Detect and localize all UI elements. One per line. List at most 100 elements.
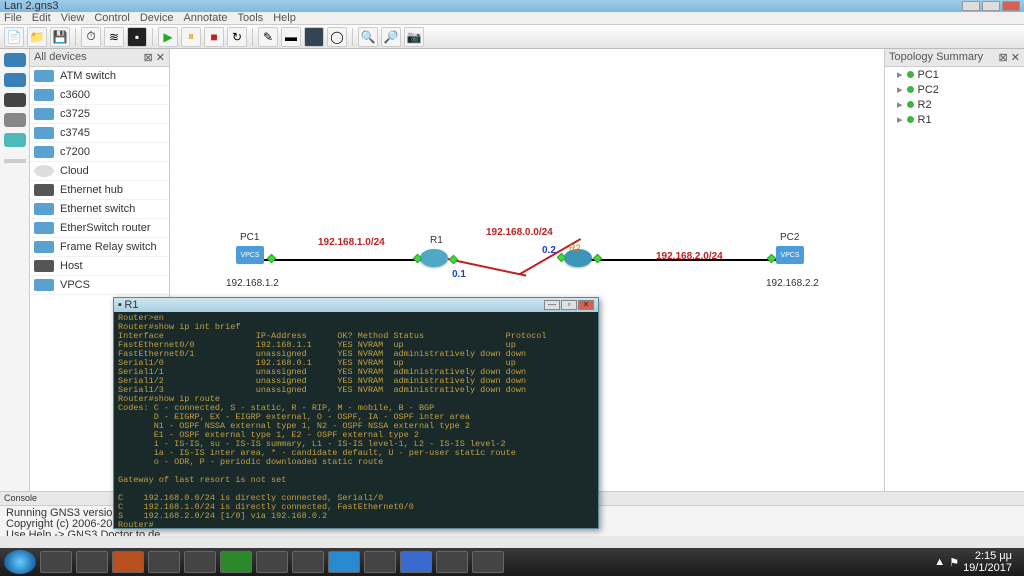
terminal-body[interactable]: Router>en Router#show ip int brief Inter… <box>114 312 598 532</box>
save-project-button[interactable]: 💾 <box>50 27 70 47</box>
panel-close-icon[interactable]: ⊠ ✕ <box>144 51 166 64</box>
screenshot-button[interactable]: 📷 <box>404 27 424 47</box>
menu-annotate[interactable]: Annotate <box>183 12 227 24</box>
device-ethernet-switch[interactable]: Ethernet switch <box>30 200 169 219</box>
link-pc1-r1-label: 192.168.1.0/24 <box>318 237 385 248</box>
terminal-titlebar[interactable]: ▪ R1 — ▫ ✕ <box>114 298 598 312</box>
taskbar-item[interactable] <box>256 551 288 573</box>
menu-view[interactable]: View <box>61 12 85 24</box>
reload-all-button[interactable]: ↻ <box>227 27 247 47</box>
device-c7200[interactable]: c7200 <box>30 143 169 162</box>
devices-panel-header: All devices ⊠ ✕ <box>30 49 169 67</box>
menu-device[interactable]: Device <box>140 12 174 24</box>
taskbar-item[interactable] <box>400 551 432 573</box>
taskbar-item[interactable] <box>40 551 72 573</box>
insert-image-button[interactable]: ▬ <box>281 27 301 47</box>
menu-tools[interactable]: Tools <box>238 12 264 24</box>
device-c3725[interactable]: c3725 <box>30 105 169 124</box>
system-tray[interactable]: ▲ ⚑ 2:15 μμ 19/1/2017 <box>934 550 1020 574</box>
window-titlebar: Lan 2.gns3 <box>0 0 1024 12</box>
add-link-category[interactable] <box>4 159 26 163</box>
r1-serial-label: 0.1 <box>452 269 466 280</box>
device-c3600[interactable]: c3600 <box>30 86 169 105</box>
minimize-button[interactable] <box>962 1 980 11</box>
node-r1[interactable]: R1 <box>420 249 448 267</box>
device-c3745[interactable]: c3745 <box>30 124 169 143</box>
terminal-maximize-button[interactable]: ▫ <box>561 300 577 310</box>
device-atm-switch[interactable]: ATM switch <box>30 67 169 86</box>
device-etherswitch-router[interactable]: EtherSwitch router <box>30 219 169 238</box>
stop-all-button[interactable]: ■ <box>204 27 224 47</box>
device-ethernet-hub[interactable]: Ethernet hub <box>30 181 169 200</box>
draw-ellipse-button[interactable]: ◯ <box>327 27 347 47</box>
topology-item[interactable]: ▸R2 <box>885 97 1024 112</box>
start-all-button[interactable]: ▶ <box>158 27 178 47</box>
add-note-button[interactable]: ✎ <box>258 27 278 47</box>
taskbar-item[interactable] <box>148 551 180 573</box>
toolbar: 📄 📁 💾 ⏱ ≋ ▪ ▶ ⏸ ■ ↻ ✎ ▬ ◯ 🔍 🔎 📷 <box>0 25 1024 49</box>
node-pc1[interactable]: PC1 VPCS 192.168.1.2 <box>236 246 264 264</box>
taskbar-item[interactable] <box>436 551 468 573</box>
security-devices-category[interactable] <box>4 113 26 127</box>
menu-help[interactable]: Help <box>273 12 296 24</box>
draw-rect-button[interactable] <box>304 27 324 47</box>
tray-icon[interactable]: ▲ <box>934 556 945 568</box>
taskbar-item[interactable] <box>472 551 504 573</box>
maximize-button[interactable] <box>982 1 1000 11</box>
open-project-button[interactable]: 📁 <box>27 27 47 47</box>
new-project-button[interactable]: 📄 <box>4 27 24 47</box>
start-button[interactable] <box>4 550 36 574</box>
r1-label: R1 <box>430 235 443 246</box>
topology-item[interactable]: ▸PC1 <box>885 67 1024 82</box>
end-devices-category[interactable] <box>4 93 26 107</box>
menu-edit[interactable]: Edit <box>32 12 51 24</box>
terminal-close-button[interactable]: ✕ <box>578 300 594 310</box>
menu-control[interactable]: Control <box>94 12 129 24</box>
switches-category[interactable] <box>4 73 26 87</box>
menu-file[interactable]: File <box>4 12 22 24</box>
link-r1-r2-label: 192.168.0.0/24 <box>486 227 553 238</box>
taskbar-item[interactable] <box>220 551 252 573</box>
console-all-button[interactable]: ▪ <box>127 27 147 47</box>
taskbar-item[interactable] <box>292 551 324 573</box>
topology-item-label: PC1 <box>918 69 939 81</box>
show-labels-button[interactable]: ≋ <box>104 27 124 47</box>
taskbar-item[interactable] <box>184 551 216 573</box>
node-r2[interactable]: R2 <box>564 249 592 267</box>
port-dot <box>593 254 603 264</box>
topology-item-label: PC2 <box>918 84 939 96</box>
snapshot-button[interactable]: ⏱ <box>81 27 101 47</box>
device-host[interactable]: Host <box>30 257 169 276</box>
terminal-minimize-button[interactable]: — <box>544 300 560 310</box>
status-dot-icon <box>907 116 914 123</box>
zoom-in-button[interactable]: 🔍 <box>358 27 378 47</box>
all-devices-category[interactable] <box>4 133 26 147</box>
device-cloud[interactable]: Cloud <box>30 162 169 181</box>
window-title: Lan 2.gns3 <box>4 0 58 12</box>
tray-icon[interactable]: ⚑ <box>949 556 959 569</box>
link-r2-pc2-label: 192.168.2.0/24 <box>656 251 723 262</box>
topology-item[interactable]: ▸PC2 <box>885 82 1024 97</box>
topology-item[interactable]: ▸R1 <box>885 112 1024 127</box>
device-vpcs[interactable]: VPCS <box>30 276 169 295</box>
routers-category[interactable] <box>4 53 26 67</box>
device-frame-relay-switch[interactable]: Frame Relay switch <box>30 238 169 257</box>
taskbar-item[interactable] <box>328 551 360 573</box>
tray-date: 19/1/2017 <box>963 562 1012 574</box>
taskbar-item[interactable] <box>112 551 144 573</box>
taskbar-item[interactable] <box>364 551 396 573</box>
r2-serial-label: 0.2 <box>542 245 556 256</box>
taskbar-item[interactable] <box>76 551 108 573</box>
close-button[interactable] <box>1002 1 1020 11</box>
panel-close-icon[interactable]: ⊠ ✕ <box>999 51 1021 64</box>
pause-all-button[interactable]: ⏸ <box>181 27 201 47</box>
port-dot <box>767 254 777 264</box>
device-label: Cloud <box>60 165 89 177</box>
device-label: Ethernet switch <box>60 203 135 215</box>
device-label: c3600 <box>60 89 90 101</box>
node-pc2[interactable]: PC2 VPCS 192.168.2.2 <box>776 246 804 264</box>
zoom-out-button[interactable]: 🔎 <box>381 27 401 47</box>
terminal-window[interactable]: ▪ R1 — ▫ ✕ Router>en Router#show ip int … <box>113 297 599 529</box>
pc2-label: PC2 <box>780 232 799 243</box>
device-label: ATM switch <box>60 70 116 82</box>
